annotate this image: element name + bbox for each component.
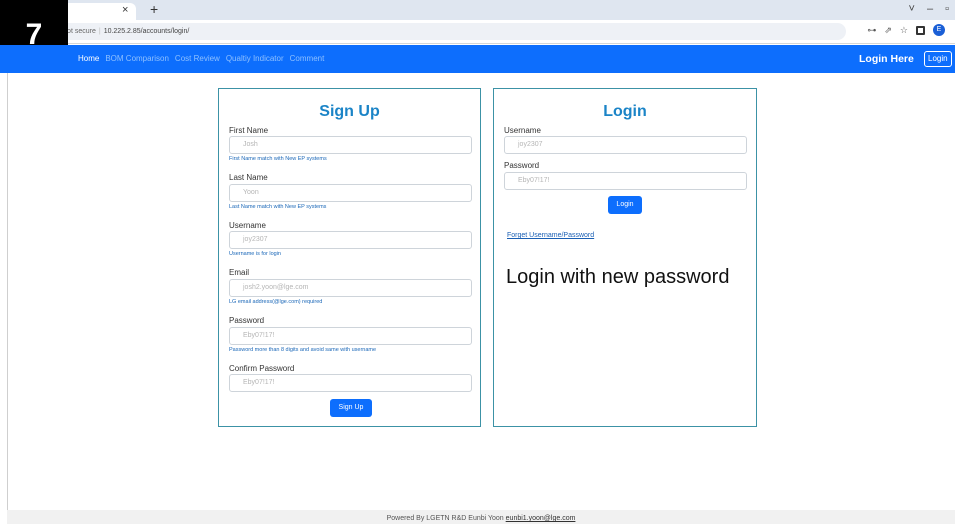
email-label: Email [229, 268, 250, 277]
login-password-input[interactable]: Eby07!17! [504, 172, 747, 190]
nav-link-cost-review[interactable]: Cost Review [175, 45, 220, 73]
star-icon[interactable]: ☆ [900, 25, 908, 36]
new-tab-icon[interactable]: + [150, 1, 158, 17]
tab-close-icon[interactable]: × [122, 3, 128, 17]
page-border [7, 73, 8, 510]
last-name-label: Last Name [229, 173, 268, 182]
login-title: Login [603, 103, 647, 120]
confirm-password-label: Confirm Password [229, 364, 295, 373]
login-username-label: Username [504, 126, 541, 135]
signup-button[interactable]: Sign Up [330, 399, 372, 417]
footer-email-link[interactable]: eunbi1.yoon@lge.com [506, 515, 576, 522]
login-password-label: Password [504, 161, 540, 170]
footer: Powered By LGETN R&D Eunbi Yoon eunbi1.y… [7, 510, 955, 524]
last-name-hint: Last Name match with New EP systems [229, 204, 327, 210]
password-label: Password [229, 316, 265, 325]
email-input[interactable]: josh2.yoon@lge.com [229, 279, 472, 297]
login-here-label: Login Here [859, 53, 914, 65]
navbar: Home BOM Comparison Cost Review Qualtiy … [0, 45, 955, 73]
url-text: 10.225.2.85/accounts/login/ [103, 28, 190, 35]
window-controls: ˅ – ▫ [909, 2, 949, 16]
login-username-input[interactable]: joy2307 [504, 136, 747, 154]
address-bar-icons: ⊶ ⇗ ☆ E [867, 24, 945, 36]
signup-card: Sign Up First Name Josh First Name match… [218, 88, 481, 427]
share-icon[interactable]: ⇗ [884, 25, 892, 36]
last-name-input[interactable]: Yoon [229, 184, 472, 202]
signup-title: Sign Up [319, 103, 380, 120]
login-card: Login Username joy2307 Password Eby07!17… [493, 88, 757, 427]
nav-link-quality-indicator[interactable]: Qualtiy Indicator [226, 45, 284, 73]
signup-username-input[interactable]: joy2307 [229, 231, 472, 249]
nav-link-bom-comparison[interactable]: BOM Comparison [105, 45, 169, 73]
profile-avatar[interactable]: E [933, 24, 945, 36]
footer-text: Powered By LGETN R&D Eunbi Yoon [386, 515, 504, 522]
first-name-input[interactable]: Josh [229, 136, 472, 154]
address-bar: Not secure | 10.225.2.85/accounts/login/ ⊶… [0, 20, 955, 44]
browser-tab-bar: × + ˅ – ▫ [0, 0, 955, 20]
username-label: Username [229, 221, 266, 230]
nav-link-home[interactable]: Home [78, 45, 99, 73]
forgot-password-link[interactable]: Forget Username/Password [507, 232, 594, 239]
password-hint: Password more than 8 digits and avoid sa… [229, 347, 377, 353]
minimize-icon[interactable]: – [927, 2, 933, 16]
nav-link-comment[interactable]: Comment [290, 45, 325, 73]
navbar-login-button[interactable]: Login [924, 51, 952, 67]
login-submit-button[interactable]: Login [608, 196, 642, 214]
instruction-annotation: Login with new password [506, 266, 730, 288]
confirm-password-input[interactable]: Eby07!17! [229, 374, 472, 392]
email-hint: LG email address(@lge.com) required [229, 299, 323, 305]
username-hint: Username is for login [229, 251, 281, 257]
first-name-hint: First Name match with New EP systems [229, 156, 327, 162]
nav-links: Home BOM Comparison Cost Review Qualtiy … [78, 45, 324, 73]
url-input[interactable]: Not secure | 10.225.2.85/accounts/login/ [56, 23, 846, 40]
first-name-label: First Name [229, 126, 269, 135]
signup-password-input[interactable]: Eby07!17! [229, 327, 472, 345]
maximize-icon[interactable]: ▫ [945, 2, 949, 16]
key-icon[interactable]: ⊶ [867, 25, 876, 36]
sidepanel-icon[interactable] [916, 25, 925, 35]
tab-search-icon[interactable]: ˅ [909, 2, 915, 16]
